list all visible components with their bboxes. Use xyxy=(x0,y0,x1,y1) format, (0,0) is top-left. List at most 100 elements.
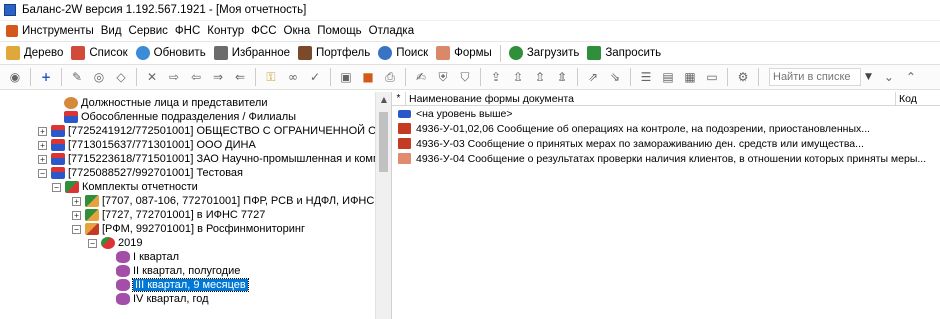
year-icon xyxy=(101,237,115,249)
link-icon[interactable]: ∞ xyxy=(285,69,301,85)
menu-help[interactable]: Помощь xyxy=(317,25,361,37)
refresh-icon xyxy=(135,46,150,60)
toolbar-divider xyxy=(405,68,406,86)
table-row[interactable]: 4936-У-01,02,06 Сообщение об операциях н… xyxy=(392,121,940,136)
expand-toggle[interactable]: + xyxy=(72,196,81,206)
import-icon[interactable]: ⇘ xyxy=(607,69,623,85)
save-icon[interactable]: ▣ xyxy=(338,69,354,85)
expand-toggle[interactable]: + xyxy=(38,126,47,136)
backward-icon[interactable]: ⇐ xyxy=(232,69,248,85)
decrypt-icon[interactable]: ⛉ xyxy=(457,69,473,85)
search-dropdown-icon[interactable]: ▼ xyxy=(865,72,872,82)
forward-icon[interactable]: ⇒ xyxy=(210,69,226,85)
form-book-icon xyxy=(398,153,411,164)
expand-toggle[interactable]: − xyxy=(38,168,47,178)
request-button[interactable]: Запросить xyxy=(587,46,661,60)
scroll-up-icon[interactable]: ▲ xyxy=(376,92,391,108)
forms-button[interactable]: Формы xyxy=(436,46,492,60)
menu-label: Контур xyxy=(207,25,245,37)
expand-toggle[interactable]: + xyxy=(72,210,81,220)
table-row[interactable]: 4936-У-04 Сообщение о результатах провер… xyxy=(392,151,940,166)
add-icon[interactable]: + xyxy=(38,69,54,85)
expand-toggle[interactable]: + xyxy=(38,140,47,150)
expand-toggle[interactable]: − xyxy=(52,182,61,192)
tree-node[interactable]: + [7715223618/771501001] ЗАО Научно-промы… xyxy=(38,152,376,166)
column-header-name[interactable]: Наименование формы документа xyxy=(406,92,896,105)
menu-instruments[interactable]: Инструменты xyxy=(6,25,94,37)
receive-icon[interactable]: ⇦ xyxy=(188,69,204,85)
menu-debug[interactable]: Отладка xyxy=(369,25,414,37)
archive-icon[interactable]: ▤ xyxy=(660,69,676,85)
tree-node-selected[interactable]: III квартал, 9 месяцев xyxy=(116,278,249,292)
fss-send-icon[interactable]: ⇪ xyxy=(488,69,504,85)
export-icon[interactable]: ⇗ xyxy=(585,69,601,85)
list-button[interactable]: Список xyxy=(71,46,128,60)
tree-node[interactable]: + [7725241912/772501001] ОБЩЕСТВО С ОГРАН… xyxy=(38,124,376,138)
menu-label: Инструменты xyxy=(22,25,94,37)
fss-receive-icon[interactable]: ⇬ xyxy=(532,69,548,85)
list-search-input[interactable] xyxy=(769,68,861,86)
tree-node[interactable]: + [7707, 087-106, 772701001] ПФР, РСВ и Н… xyxy=(72,194,376,208)
tree-node-label: I квартал xyxy=(133,251,180,263)
folder-icon[interactable]: ▭ xyxy=(704,69,720,85)
menu-windows[interactable]: Окна xyxy=(284,25,311,37)
check-icon[interactable]: ✓ xyxy=(307,69,323,85)
tree-node[interactable]: + [7713015637/771301001] ООО ДИНА xyxy=(38,138,256,152)
company-icon xyxy=(51,153,65,165)
tree-node[interactable]: I квартал xyxy=(116,250,179,264)
up-level-row[interactable]: <на уровень выше> xyxy=(392,106,940,121)
tree-node[interactable]: IV квартал, год xyxy=(116,292,209,306)
send-icon[interactable]: ⇨ xyxy=(166,69,182,85)
scroll-thumb[interactable] xyxy=(379,112,388,172)
print-icon[interactable]: ⎙ xyxy=(382,69,398,85)
chevron-up-icon[interactable]: ⌃ xyxy=(903,69,919,85)
view-icon[interactable]: ◎ xyxy=(91,69,107,85)
menu-kontur[interactable]: Контур xyxy=(207,25,244,37)
column-header-marker[interactable]: * xyxy=(392,92,406,105)
tree-node[interactable]: − 2019 xyxy=(88,236,142,250)
tree-node[interactable]: + [7727, 772701001] в ИФНС 7727 xyxy=(72,208,265,222)
eye-icon[interactable]: ◉ xyxy=(7,69,23,85)
tree-node[interactable]: − [РФМ, 992701001] в Росфинмониторинг xyxy=(72,222,305,236)
encrypt-icon[interactable]: ⛨ xyxy=(435,69,451,85)
menu-label: ФНС xyxy=(174,25,201,37)
menu-fss[interactable]: ФСС xyxy=(251,25,276,37)
calendar-icon[interactable]: ▦ xyxy=(682,69,698,85)
tree-scrollbar[interactable]: ▲ xyxy=(375,92,391,319)
expand-toggle[interactable]: + xyxy=(38,154,47,164)
tree-node[interactable]: II квартал, полугодие xyxy=(116,264,240,278)
tree-node[interactable]: − [7725088527/992701001] Тестовая xyxy=(38,166,243,180)
report-icon[interactable]: ☰ xyxy=(638,69,654,85)
menu-fns[interactable]: ФНС xyxy=(175,25,200,37)
fss-check-icon[interactable]: ⇫ xyxy=(510,69,526,85)
refresh-button[interactable]: Обновить xyxy=(135,46,206,60)
up-arrow-icon xyxy=(398,109,411,118)
cube-icon[interactable]: ◇ xyxy=(113,69,129,85)
tree-node-label: II квартал, полугодие xyxy=(133,265,241,277)
favorites-button[interactable]: Избранное xyxy=(213,46,290,60)
key-icon[interactable]: ⚿ xyxy=(263,69,279,85)
menu-service[interactable]: Сервис xyxy=(129,25,168,37)
fss-reply-icon[interactable]: ⇭ xyxy=(554,69,570,85)
toolbar-divider xyxy=(136,68,137,86)
toolbar-divider xyxy=(758,68,759,86)
settings-icon[interactable]: ⚙ xyxy=(735,69,751,85)
tree-node[interactable]: Должностные лица и представители xyxy=(64,96,267,110)
tree-node[interactable]: − Комплекты отчетности xyxy=(52,180,198,194)
button-label: Формы xyxy=(454,47,492,59)
sign-icon[interactable]: ✍ xyxy=(413,69,429,85)
chevron-down-icon[interactable]: ⌄ xyxy=(881,69,897,85)
edit-icon[interactable]: ✎ xyxy=(69,69,85,85)
expand-toggle[interactable]: − xyxy=(88,238,97,248)
menu-view[interactable]: Вид xyxy=(101,25,122,37)
tree-button[interactable]: Дерево xyxy=(6,46,63,60)
color-icon[interactable]: ■ xyxy=(360,69,376,85)
search-button[interactable]: Поиск xyxy=(378,46,428,60)
table-row[interactable]: 4936-У-03 Сообщение о принятых мерах по … xyxy=(392,136,940,151)
column-header-code[interactable]: Код xyxy=(896,92,940,105)
portfolio-button[interactable]: Портфель xyxy=(297,46,370,60)
load-button[interactable]: Загрузить xyxy=(508,46,579,60)
expand-toggle[interactable]: − xyxy=(72,224,81,234)
tree-node[interactable]: Обособленные подразделения / Филиалы xyxy=(64,110,296,124)
delete-icon[interactable]: ✕ xyxy=(144,69,160,85)
